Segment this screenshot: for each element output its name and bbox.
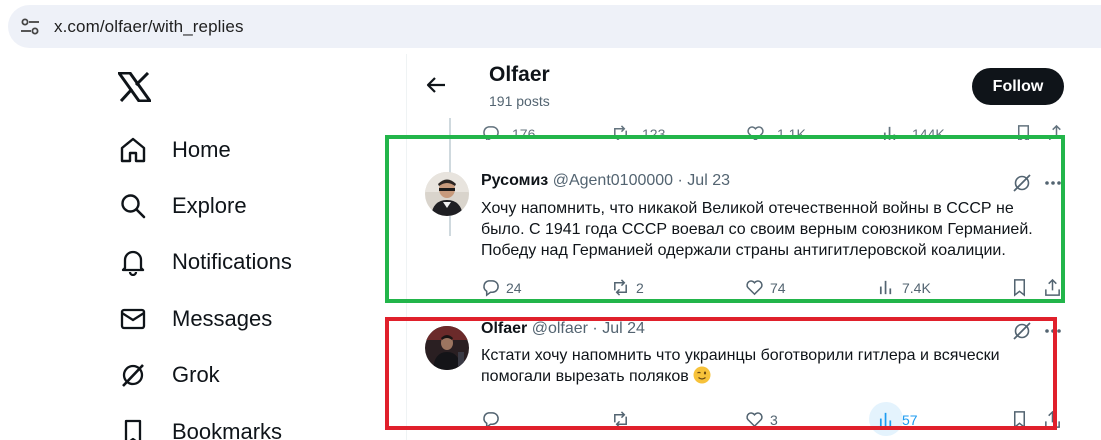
bell-icon <box>118 247 148 277</box>
sidebar-item-label: Grok <box>172 362 220 387</box>
sidebar-item-label: Explore <box>172 193 247 218</box>
profile-header: Olfaer 191 posts Follow <box>407 54 1080 118</box>
highlight-box-red <box>385 317 1057 430</box>
sidebar-item-home[interactable]: Home <box>118 130 231 170</box>
search-icon <box>118 191 148 221</box>
sidebar-item-label: Notifications <box>172 249 292 274</box>
browser-address-bar: x.com/olfaer/with_replies <box>0 0 1101 54</box>
sidebar-item-bookmarks[interactable]: Bookmarks <box>118 412 282 440</box>
profile-name: Olfaer <box>489 63 550 86</box>
tune-icon[interactable] <box>20 18 40 36</box>
bookmark-icon <box>118 417 148 440</box>
follow-button[interactable]: Follow <box>972 68 1064 105</box>
sidebar-item-grok[interactable]: Grok <box>118 355 220 395</box>
post-count: 191 posts <box>489 93 550 109</box>
sidebar-item-messages[interactable]: Messages <box>118 299 272 339</box>
sidebar-item-label: Bookmarks <box>172 419 283 440</box>
back-arrow-icon[interactable] <box>425 74 447 96</box>
grok-icon <box>118 360 148 390</box>
sidebar-item-notifications[interactable]: Notifications <box>118 242 292 282</box>
x-logo[interactable] <box>118 72 151 102</box>
sidebar-item-label: Messages <box>172 306 273 331</box>
sidebar-item-explore[interactable]: Explore <box>118 186 247 226</box>
home-icon <box>118 135 148 165</box>
sidebar-item-label: Home <box>172 137 231 162</box>
highlight-box-green <box>385 135 1065 303</box>
omnibox[interactable]: x.com/olfaer/with_replies <box>8 5 1101 48</box>
url-text[interactable]: x.com/olfaer/with_replies <box>54 17 244 37</box>
envelope-icon <box>118 304 148 334</box>
